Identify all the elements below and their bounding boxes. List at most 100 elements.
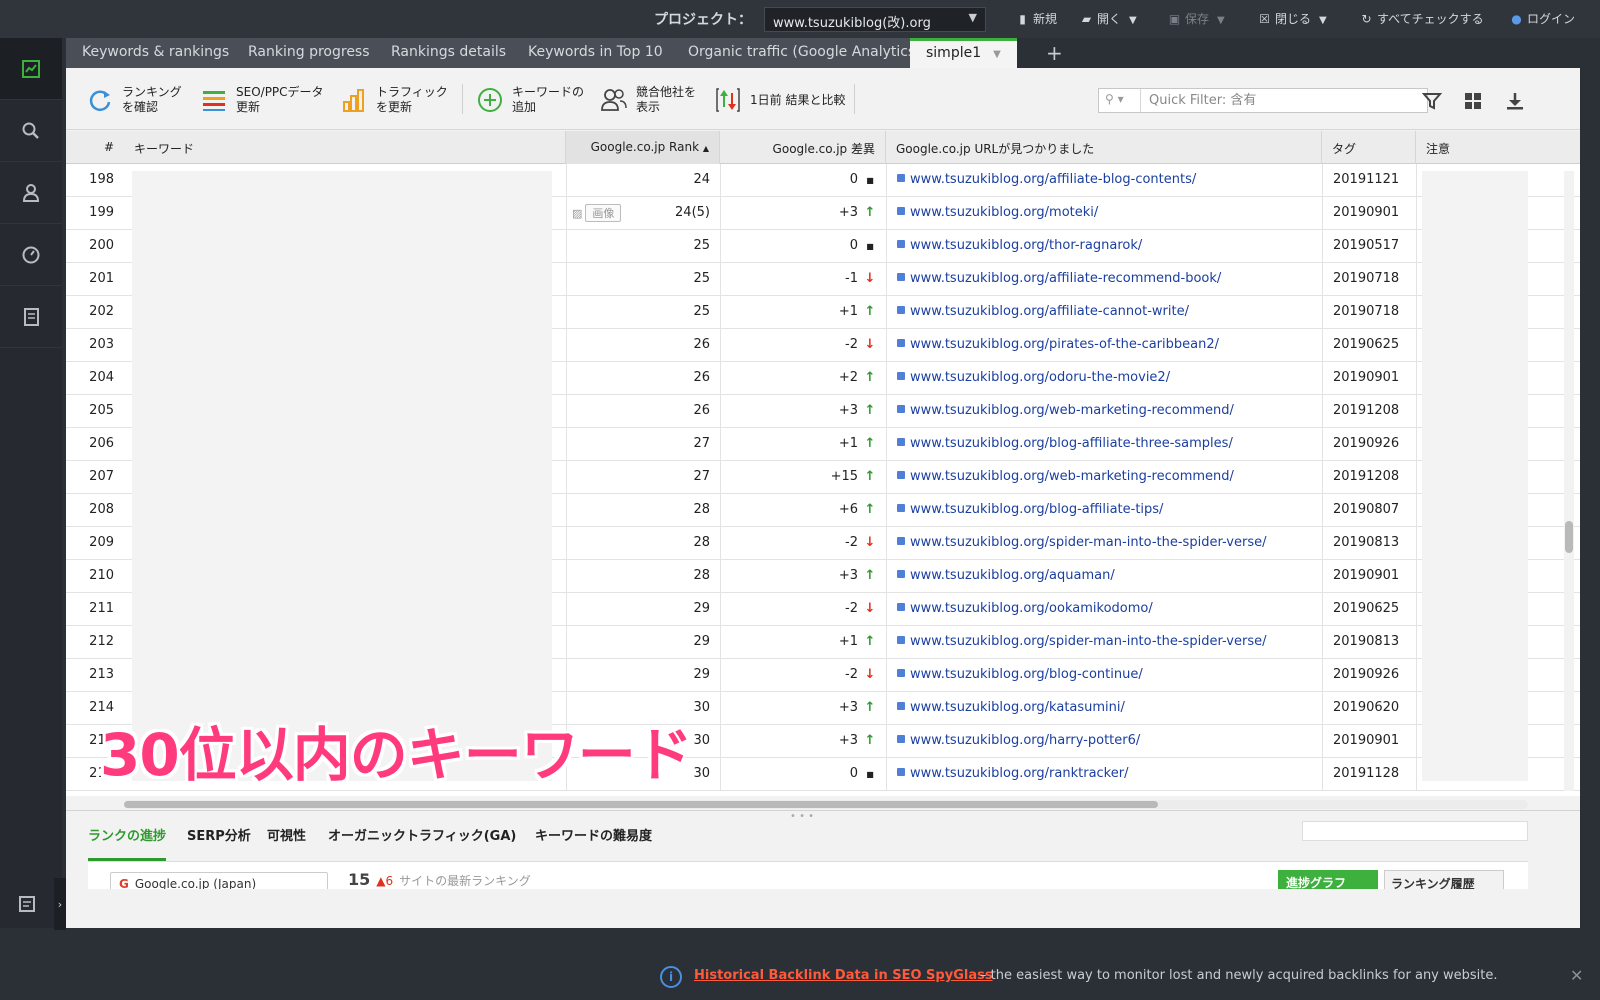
filter-button[interactable]: [1419, 88, 1445, 114]
row-number: 203: [89, 337, 114, 352]
found-url-link[interactable]: www.tsuzukiblog.org/aquaman/: [910, 568, 1115, 583]
open-button[interactable]: ▰ 開く ▼: [1080, 10, 1137, 27]
banner-text: – the easiest way to monitor lost and ne…: [980, 968, 1498, 983]
close-icon[interactable]: ✕: [1570, 966, 1583, 985]
found-url-link[interactable]: www.tsuzukiblog.org/spider-man-into-the-…: [910, 535, 1267, 550]
no-change-icon: ■: [866, 176, 874, 185]
found-url-link[interactable]: www.tsuzukiblog.org/affiliate-blog-conte…: [910, 172, 1196, 187]
tab-simple1[interactable]: simple1 ▼: [910, 38, 1017, 68]
found-url-link[interactable]: www.tsuzukiblog.org/odoru-the-movie2/: [910, 370, 1170, 385]
found-url-link[interactable]: www.tsuzukiblog.org/web-marketing-recomm…: [910, 403, 1234, 418]
add-tab-button[interactable]: +: [1046, 41, 1063, 65]
export-button[interactable]: [1502, 88, 1528, 114]
found-url-link[interactable]: www.tsuzukiblog.org/affiliate-recommend-…: [910, 271, 1221, 286]
compare-button[interactable]: 1日前 結果と比較: [714, 80, 845, 120]
found-url-link[interactable]: www.tsuzukiblog.org/blog-continue/: [910, 667, 1143, 682]
found-url-link[interactable]: www.tsuzukiblog.org/web-marketing-recomm…: [910, 469, 1234, 484]
check-all-button[interactable]: ↻ すべてチェックする: [1360, 10, 1483, 27]
found-url-link[interactable]: www.tsuzukiblog.org/harry-potter6/: [910, 733, 1140, 748]
row-number: 205: [89, 403, 114, 418]
col-header-keyword[interactable]: キーワード: [124, 131, 566, 164]
users-icon: [600, 86, 628, 114]
found-url-link[interactable]: www.tsuzukiblog.org/ookamikodomo/: [910, 601, 1153, 616]
bottom-panel-search-field[interactable]: [1302, 821, 1528, 841]
tab-rankings-details[interactable]: Rankings details: [375, 38, 523, 68]
vertical-scrollbar[interactable]: [1564, 171, 1574, 791]
nav-dashboard[interactable]: [0, 224, 62, 286]
col-header-rank[interactable]: Google.co.jp Rank ▲: [566, 131, 720, 164]
rank-progress-content: G Google.co.jp (Japan) 15 ▲6 サイトの最新ランキング 進捗…: [88, 861, 1528, 889]
tab-serp-analysis[interactable]: SERP分析: [187, 825, 251, 858]
tab-rank-progress[interactable]: ランクの進捗: [88, 825, 167, 861]
search-dropdown-icon[interactable]: ⚲ ▾: [1099, 89, 1141, 112]
rank-difference: +1 ↑: [720, 296, 886, 329]
found-url-link[interactable]: www.tsuzukiblog.org/moteki/: [910, 205, 1098, 220]
found-url-link[interactable]: www.tsuzukiblog.org/katasumini/: [910, 700, 1125, 715]
add-keywords-line2: 追加: [512, 100, 537, 114]
update-traffic-button[interactable]: トラフィック を更新: [340, 80, 448, 120]
search-engine-select[interactable]: G Google.co.jp (Japan): [110, 872, 328, 889]
progress-graph-button[interactable]: 進捗グラフ: [1278, 870, 1378, 889]
col-header-note[interactable]: 注意: [1416, 131, 1580, 164]
arrow-up-icon: ↑: [864, 700, 876, 715]
show-competitors-button[interactable]: 競合他社を 表示: [600, 80, 696, 120]
spyglass-link[interactable]: Historical Backlink Data in SEO SpyGlass: [694, 968, 993, 983]
resize-grip-icon[interactable]: • • •: [790, 811, 814, 822]
tab-keyword-difficulty[interactable]: キーワードの難易度: [535, 825, 652, 858]
found-url-link[interactable]: www.tsuzukiblog.org/spider-man-into-the-…: [910, 634, 1267, 649]
horizontal-scrollbar[interactable]: [124, 800, 1528, 809]
rank-value: 26: [566, 362, 720, 395]
vertical-scrollbar-thumb[interactable]: [1565, 521, 1573, 553]
arrow-up-icon: ↑: [864, 634, 876, 649]
nav-rank-tracking[interactable]: [0, 38, 62, 100]
col-header-url[interactable]: Google.co.jp URLが見つかりました: [886, 131, 1322, 164]
col-header-num[interactable]: #: [66, 131, 124, 164]
module-tabs: Keywords & rankings Ranking progress Ran…: [66, 38, 1580, 68]
quick-filter-input[interactable]: [1149, 91, 1419, 110]
add-keywords-button[interactable]: キーワードの 追加: [476, 80, 584, 120]
rank-value: 29: [566, 626, 720, 659]
col-header-tag[interactable]: タグ: [1322, 131, 1416, 164]
rank-difference: -2 ↓: [720, 527, 886, 560]
found-url-link[interactable]: www.tsuzukiblog.org/pirates-of-the-carib…: [910, 337, 1219, 352]
expand-sidebar-button[interactable]: ›: [54, 878, 66, 930]
save-button[interactable]: ▣ 保存 ▼: [1168, 10, 1225, 27]
nav-reports[interactable]: [0, 286, 62, 348]
project-select[interactable]: www.tsuzukiblog(改).org ▼: [764, 7, 986, 32]
nav-keyword-research[interactable]: [0, 100, 62, 162]
nav-competitors[interactable]: [0, 162, 62, 224]
tab-ranking-progress[interactable]: Ranking progress: [232, 38, 386, 68]
found-url-link[interactable]: www.tsuzukiblog.org/affiliate-cannot-wri…: [910, 304, 1189, 319]
horizontal-scrollbar-thumb[interactable]: [124, 801, 1158, 808]
found-url-link[interactable]: www.tsuzukiblog.org/blog-affiliate-three…: [910, 436, 1233, 451]
close-button[interactable]: ☒ 閉じる ▼: [1258, 10, 1327, 27]
update-seo-ppc-line2: 更新: [236, 100, 261, 114]
promo-banner: i Historical Backlink Data in SEO SpyGla…: [0, 954, 1600, 1000]
tab-organic-traffic-ga[interactable]: オーガニックトラフィック(GA): [328, 825, 516, 858]
arrow-up-icon: ↑: [864, 568, 876, 583]
login-button[interactable]: ● ログイン: [1510, 10, 1575, 27]
filter-icon: [1422, 93, 1442, 110]
tab-visibility[interactable]: 可視性: [267, 825, 306, 858]
refresh-icon: ↻: [1361, 12, 1372, 26]
close-box-icon: ☒: [1259, 12, 1270, 26]
latest-ranking-label: サイトの最新ランキング: [399, 874, 531, 888]
chevron-down-icon[interactable]: ▼: [993, 49, 1001, 60]
nav-notes[interactable]: [0, 878, 54, 930]
update-seo-ppc-button[interactable]: SEO/PPCデータ 更新: [200, 80, 324, 120]
rank-difference-value: +1: [838, 304, 858, 319]
col-header-diff[interactable]: Google.co.jp 差異: [720, 131, 886, 164]
found-url-link[interactable]: www.tsuzukiblog.org/blog-affiliate-tips/: [910, 502, 1163, 517]
tab-organic-traffic[interactable]: Organic traffic (Google Analytics): [672, 38, 937, 68]
tab-keywords-rankings[interactable]: Keywords & rankings: [66, 38, 246, 68]
ranking-history-button[interactable]: ランキング履歴: [1384, 870, 1504, 889]
tag-value: 20191208: [1322, 461, 1416, 494]
check-rankings-button[interactable]: ランキング を確認: [86, 80, 182, 120]
grid-view-button[interactable]: [1460, 88, 1486, 114]
rank-value: 29: [566, 659, 720, 692]
row-number: 213: [89, 667, 114, 682]
found-url-link[interactable]: www.tsuzukiblog.org/thor-ragnarok/: [910, 238, 1142, 253]
new-button[interactable]: ▮ 新規: [1016, 10, 1057, 27]
found-url-link[interactable]: www.tsuzukiblog.org/ranktracker/: [910, 766, 1128, 781]
tab-keywords-top10[interactable]: Keywords in Top 10: [512, 38, 679, 68]
